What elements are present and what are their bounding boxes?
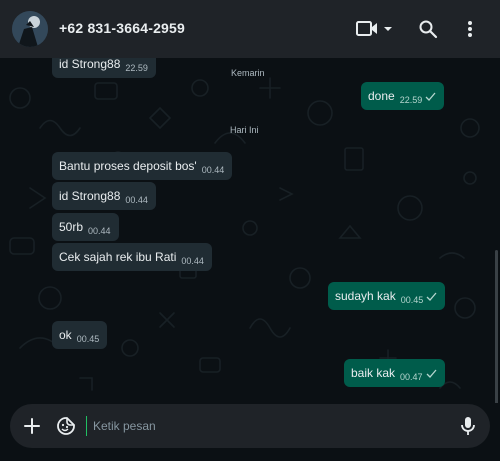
message-time: 22.59	[125, 63, 148, 73]
message-composer	[10, 404, 490, 448]
message-time: 00.45	[400, 295, 424, 305]
message-incoming[interactable]: id Strong88 22.59	[52, 58, 156, 78]
message-incoming[interactable]: id Strong88 00.44	[52, 182, 156, 210]
message-incoming[interactable]: Cek sajah rek ibu Rati 00.44	[52, 243, 212, 271]
sent-check-icon	[425, 92, 436, 101]
message-outgoing[interactable]: done 22.59	[361, 82, 445, 110]
search-icon	[419, 20, 438, 39]
plus-icon	[24, 418, 40, 434]
message-time: 00.44	[201, 165, 225, 175]
search-button[interactable]	[416, 17, 440, 41]
message-text: id Strong88	[59, 58, 121, 71]
message-text: done	[368, 89, 395, 103]
message-incoming[interactable]: Bantu proses deposit bos' 00.44	[52, 152, 233, 180]
chat-area[interactable]: id Strong88 22.59 Kemarin done 22.59 Hari …	[0, 58, 500, 403]
video-call-button[interactable]	[354, 18, 396, 40]
message-time: 00.44	[181, 256, 204, 266]
sent-check-icon	[426, 369, 437, 378]
message-time: 00.44	[125, 195, 148, 205]
message-text: Cek sajah rek ibu Rati	[59, 250, 177, 264]
dropdown-caret-icon	[384, 27, 392, 31]
date-separator: Kemarin	[231, 68, 265, 78]
microphone-icon	[461, 417, 475, 435]
video-call-icon	[356, 21, 377, 36]
message-text: id Strong88	[59, 189, 121, 203]
more-vert-icon	[468, 21, 472, 37]
avatar[interactable]	[12, 11, 48, 47]
chat-header: +62 831-3664-2959	[0, 0, 500, 58]
message-incoming[interactable]: ok 00.45	[52, 321, 108, 349]
message-text: Bantu proses deposit bos'	[59, 159, 197, 173]
message-text: baik kak	[351, 366, 396, 380]
date-separator: Hari Ini	[230, 125, 259, 135]
message-outgoing[interactable]: baik kak 00.47	[344, 359, 445, 387]
message-incoming[interactable]: 50rb 00.44	[52, 213, 119, 241]
menu-button[interactable]	[458, 17, 482, 41]
voice-message-button[interactable]	[456, 414, 480, 438]
sticker-icon	[57, 417, 75, 435]
contact-name[interactable]: +62 831-3664-2959	[59, 20, 185, 36]
attach-button[interactable]	[20, 414, 44, 438]
scrollbar[interactable]	[495, 250, 498, 403]
message-text: ok	[59, 328, 72, 342]
message-outgoing[interactable]: sudayh kak 00.45	[328, 282, 446, 310]
message-input[interactable]	[86, 416, 436, 436]
sticker-button[interactable]	[54, 414, 78, 438]
message-time: 00.47	[400, 372, 423, 382]
message-time: 00.45	[76, 334, 100, 344]
message-text: 50rb	[59, 220, 84, 234]
message-time: 22.59	[399, 95, 423, 105]
sent-check-icon	[426, 292, 437, 301]
message-text: sudayh kak	[335, 289, 396, 303]
message-time: 00.44	[88, 226, 111, 236]
